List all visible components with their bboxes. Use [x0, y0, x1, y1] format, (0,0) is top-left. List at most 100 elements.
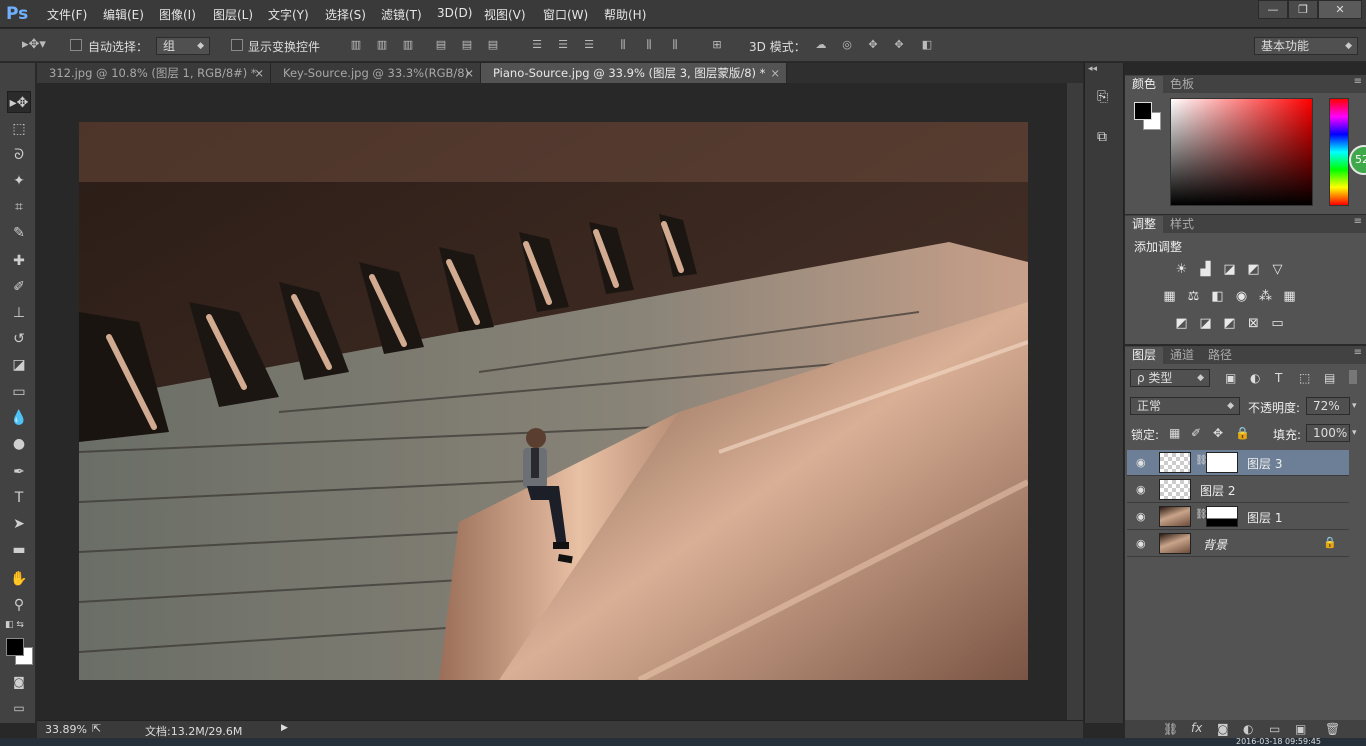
- tab-layers[interactable]: 图层: [1125, 347, 1164, 364]
- crop-tool-icon[interactable]: ⌗: [7, 196, 31, 218]
- photo-filter-icon[interactable]: ◉: [1233, 290, 1250, 304]
- foreground-color-swatch[interactable]: [6, 638, 24, 656]
- align-right-icon[interactable]: ▤: [486, 38, 500, 52]
- menu-window[interactable]: 窗口(W): [543, 6, 588, 23]
- type-tool-icon[interactable]: T: [7, 487, 31, 509]
- 3d-rotate-icon[interactable]: ☁: [812, 38, 830, 52]
- gradient-tool-icon[interactable]: ▭: [7, 381, 31, 403]
- levels-icon[interactable]: ▟: [1197, 263, 1214, 277]
- default-colors-icon[interactable]: ◧ ⇆: [5, 620, 24, 630]
- tab-close-icon[interactable]: ×: [770, 63, 780, 83]
- properties-panel-icon[interactable]: ⧉: [1097, 129, 1107, 145]
- fill-input[interactable]: 100%: [1306, 424, 1350, 442]
- threshold-icon[interactable]: ◩: [1221, 317, 1238, 331]
- panel-menu-icon[interactable]: ≡: [1354, 76, 1362, 87]
- magic-wand-tool-icon[interactable]: ✦: [7, 170, 31, 192]
- align-left-icon[interactable]: ▤: [434, 38, 448, 52]
- menu-file[interactable]: 文件(F): [47, 6, 87, 23]
- dodge-tool-icon[interactable]: ●: [7, 433, 31, 455]
- posterize-icon[interactable]: ◪: [1197, 317, 1214, 331]
- layer-mask-thumbnail[interactable]: [1206, 452, 1238, 473]
- menu-image[interactable]: 图像(I): [159, 6, 196, 23]
- blur-tool-icon[interactable]: 💧: [7, 407, 31, 429]
- menu-view[interactable]: 视图(V): [484, 6, 526, 23]
- layer-row-1[interactable]: ◉ ⛓ 图层 1: [1127, 504, 1349, 530]
- gradient-map-icon[interactable]: ▭: [1269, 317, 1286, 331]
- minimize-button[interactable]: —: [1258, 0, 1288, 19]
- layer-name[interactable]: 图层 1: [1247, 509, 1282, 526]
- export-icon[interactable]: ⇱: [92, 722, 101, 735]
- lock-move-icon[interactable]: ✥: [1213, 426, 1223, 440]
- fx-icon[interactable]: fx: [1191, 721, 1202, 735]
- quick-mask-icon[interactable]: ◙: [7, 671, 31, 693]
- hand-tool-icon[interactable]: ✋: [7, 568, 31, 590]
- vertical-scrollbar[interactable]: [1067, 83, 1083, 720]
- exposure-icon[interactable]: ◩: [1245, 263, 1262, 277]
- layer-name[interactable]: 图层 2: [1200, 482, 1235, 499]
- color-field[interactable]: [1170, 98, 1313, 206]
- distribute-left-icon[interactable]: ⫼: [616, 38, 630, 52]
- menu-layer[interactable]: 图层(L): [213, 6, 253, 23]
- tab-close-icon[interactable]: ×: [464, 63, 474, 83]
- fill-dropdown-icon[interactable]: ▾: [1352, 424, 1364, 442]
- tab-piano-source[interactable]: Piano-Source.jpg @ 33.9% (图层 3, 图层蒙版/8) …: [481, 63, 787, 83]
- screen-mode-icon[interactable]: ▭: [7, 697, 31, 719]
- panel-menu-icon[interactable]: ≡: [1354, 347, 1362, 358]
- vibrance-icon[interactable]: ▽: [1269, 263, 1286, 277]
- lock-all-icon[interactable]: 🔒: [1235, 426, 1250, 440]
- distribute-bottom-icon[interactable]: ☰: [582, 38, 596, 52]
- auto-align-icon[interactable]: ⊞: [710, 38, 724, 52]
- tab-styles[interactable]: 样式: [1163, 216, 1201, 233]
- channel-mixer-icon[interactable]: ⁂: [1257, 290, 1274, 304]
- invert-icon[interactable]: ◩: [1173, 317, 1190, 331]
- menu-filter[interactable]: 滤镜(T): [381, 6, 422, 23]
- 3d-drag-icon[interactable]: ✥: [866, 38, 880, 52]
- show-transform-checkbox[interactable]: [231, 39, 243, 51]
- black-white-icon[interactable]: ◧: [1209, 290, 1226, 304]
- marquee-tool-icon[interactable]: ⬚: [7, 118, 31, 140]
- layer-row-2[interactable]: ◉ 图层 2: [1127, 477, 1349, 503]
- align-vcenter-icon[interactable]: ▥: [375, 38, 389, 52]
- visibility-eye-icon[interactable]: ◉: [1136, 483, 1146, 496]
- filter-smart-icon[interactable]: ▤: [1324, 371, 1335, 385]
- menu-edit[interactable]: 编辑(E): [103, 6, 144, 23]
- filter-type-icon[interactable]: T: [1275, 371, 1282, 385]
- visibility-eye-icon[interactable]: ◉: [1136, 456, 1146, 469]
- hue-saturation-icon[interactable]: ▦: [1161, 290, 1178, 304]
- 3d-roll-icon[interactable]: ◎: [840, 38, 854, 52]
- visibility-eye-icon[interactable]: ◉: [1136, 510, 1146, 523]
- 3d-slide-icon[interactable]: ✥: [892, 38, 906, 52]
- distribute-vcenter-icon[interactable]: ☰: [556, 38, 570, 52]
- tab-color[interactable]: 颜色: [1125, 76, 1164, 93]
- workspace-dropdown[interactable]: 基本功能 ◆: [1254, 37, 1358, 55]
- color-lookup-icon[interactable]: ▦: [1281, 290, 1298, 304]
- hue-slider[interactable]: [1329, 98, 1349, 206]
- layer-filter-dropdown[interactable]: ρ 类型 ◆: [1130, 369, 1210, 387]
- tab-adjustments[interactable]: 调整: [1125, 216, 1164, 233]
- lasso-tool-icon[interactable]: ᘐ: [7, 144, 31, 166]
- clone-stamp-tool-icon[interactable]: ⊥: [7, 302, 31, 324]
- move-tool-preset-icon[interactable]: ▸✥▾: [22, 38, 46, 52]
- curves-icon[interactable]: ◪: [1221, 263, 1238, 277]
- tab-channels[interactable]: 通道: [1163, 347, 1201, 364]
- distribute-top-icon[interactable]: ☰: [530, 38, 544, 52]
- opacity-input[interactable]: 72%: [1306, 397, 1350, 415]
- adjust-icon[interactable]: ◐: [1243, 722, 1253, 736]
- lock-transparent-icon[interactable]: ▦: [1169, 426, 1180, 440]
- document-canvas[interactable]: [79, 122, 1028, 680]
- pen-tool-icon[interactable]: ✒: [7, 461, 31, 483]
- layer-mask-thumbnail[interactable]: [1206, 506, 1238, 527]
- tab-close-icon[interactable]: ×: [254, 63, 264, 83]
- healing-brush-tool-icon[interactable]: ✚: [7, 250, 31, 272]
- link-icon[interactable]: ⛓: [1163, 722, 1178, 736]
- document-info[interactable]: 文档:13.2M/29.6M: [145, 723, 242, 739]
- menu-help[interactable]: 帮助(H): [604, 6, 646, 23]
- color-fg-swatch[interactable]: [1134, 102, 1152, 120]
- close-button[interactable]: ✕: [1318, 0, 1362, 19]
- filter-pixel-icon[interactable]: ▣: [1225, 371, 1236, 385]
- floating-badge[interactable]: 52: [1349, 145, 1366, 175]
- layer-row-3[interactable]: ◉ ⛓ 图层 3: [1127, 450, 1349, 476]
- layer-name[interactable]: 背景: [1203, 536, 1227, 553]
- mask-icon[interactable]: ◙: [1217, 722, 1229, 736]
- history-brush-tool-icon[interactable]: ↺: [7, 328, 31, 350]
